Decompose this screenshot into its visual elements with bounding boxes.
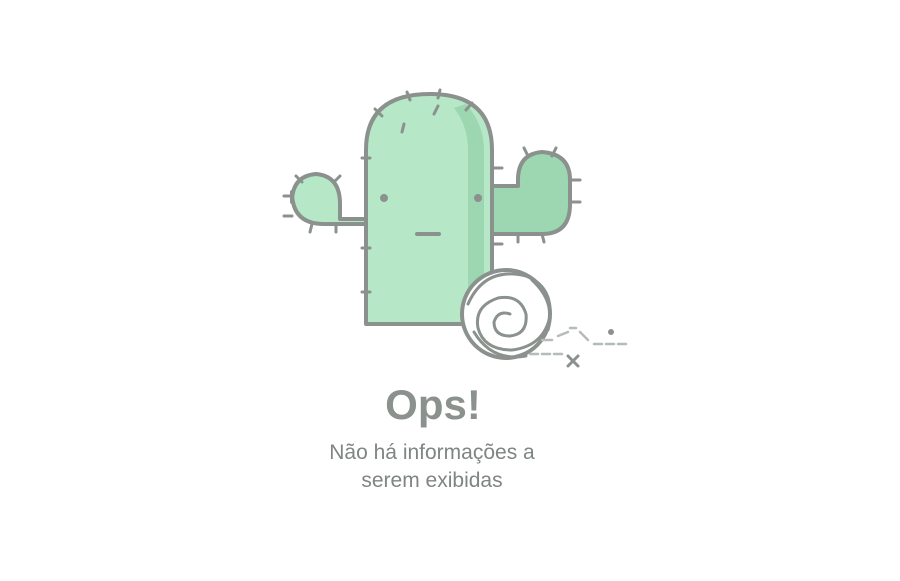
empty-state-message: Não há informações a serem exibidas: [329, 441, 535, 492]
ground-dot: [608, 329, 614, 335]
cactus-with-tumbleweed-icon: [280, 84, 640, 374]
tumbleweed-icon: [460, 268, 552, 360]
empty-state-title: Ops!: [385, 381, 481, 428]
cactus-right-arm: [490, 150, 572, 236]
ground-marks: [566, 354, 580, 368]
empty-state: Ops! Não há informações a serem exibidas: [0, 0, 900, 581]
